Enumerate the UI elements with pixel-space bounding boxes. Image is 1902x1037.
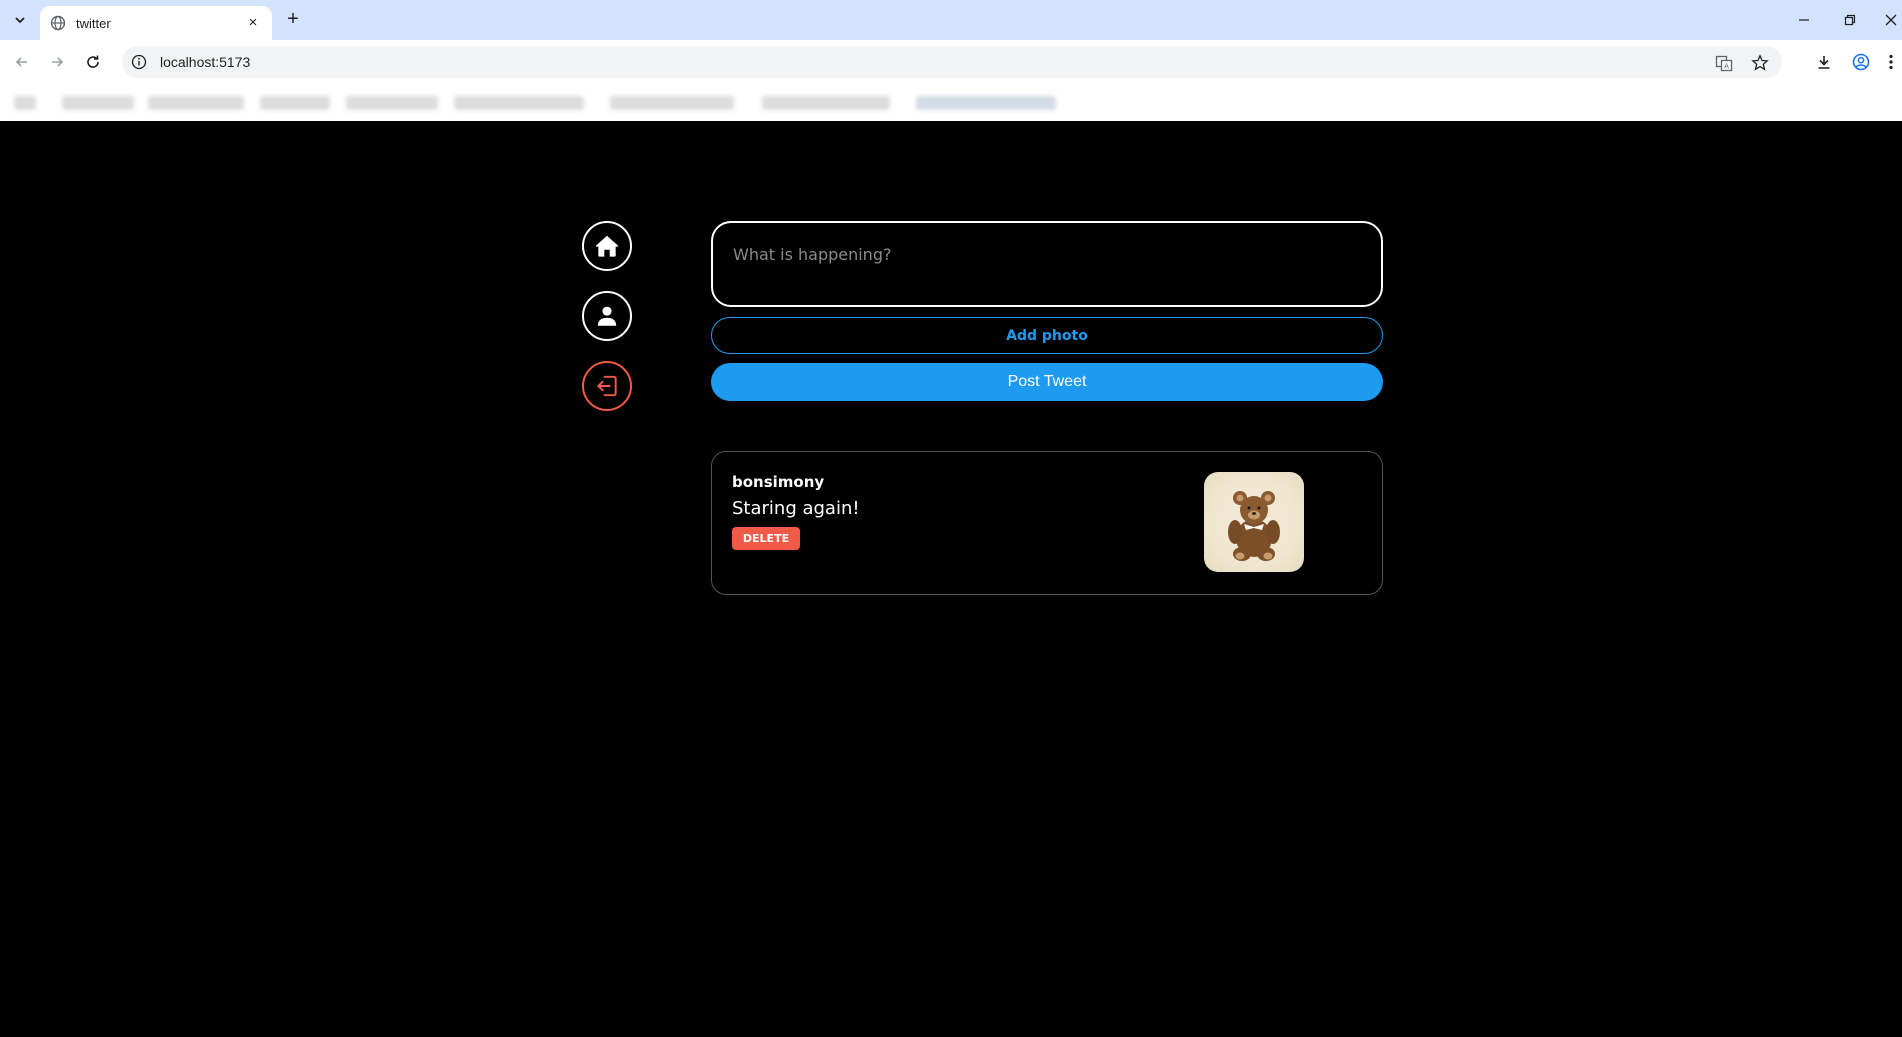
tweet-photo bbox=[1204, 472, 1304, 572]
bookmarks-bar bbox=[0, 84, 1902, 121]
globe-icon bbox=[50, 15, 66, 31]
menu-button[interactable] bbox=[1882, 50, 1900, 74]
tab-title: twitter bbox=[76, 15, 111, 31]
home-icon bbox=[595, 235, 619, 257]
tweet-text: Staring again! bbox=[732, 498, 860, 519]
post-tweet-button[interactable]: Post Tweet bbox=[711, 363, 1383, 401]
close-tab-icon[interactable]: × bbox=[244, 14, 262, 32]
browser-tab[interactable]: twitter × bbox=[40, 6, 272, 40]
svg-text:A: A bbox=[1724, 63, 1729, 71]
minimize-button[interactable] bbox=[1790, 8, 1818, 32]
close-window-button[interactable] bbox=[1880, 8, 1902, 32]
new-tab-button[interactable]: + bbox=[282, 9, 304, 31]
translate-icon[interactable]: A bbox=[1714, 53, 1734, 73]
logout-icon bbox=[597, 375, 617, 397]
delete-tweet-button[interactable]: DELETE bbox=[732, 527, 800, 550]
reload-button[interactable] bbox=[81, 50, 105, 74]
forward-button[interactable] bbox=[45, 50, 69, 74]
browser-toolbar: localhost:5173 A bbox=[0, 40, 1902, 84]
profile-button[interactable] bbox=[1849, 50, 1873, 74]
logout-nav-button[interactable] bbox=[582, 361, 632, 411]
bookmark-item[interactable] bbox=[454, 96, 584, 110]
bookmark-item[interactable] bbox=[260, 96, 330, 110]
arrow-left-icon bbox=[15, 57, 27, 67]
download-icon bbox=[1818, 56, 1830, 69]
bookmark-item[interactable] bbox=[762, 96, 890, 110]
kebab-menu-icon bbox=[1889, 54, 1893, 70]
browser-chrome: twitter × + localhost:5173 A bbox=[0, 0, 1902, 121]
profile-nav-button[interactable] bbox=[582, 291, 632, 341]
bookmark-item[interactable] bbox=[346, 96, 438, 110]
user-icon bbox=[597, 306, 617, 326]
restore-button[interactable] bbox=[1836, 8, 1864, 32]
chevron-down-icon bbox=[15, 17, 25, 24]
arrow-right-icon bbox=[52, 57, 64, 67]
tab-strip: twitter × + bbox=[0, 0, 1902, 40]
close-icon bbox=[1885, 14, 1897, 26]
tab-search-button[interactable] bbox=[8, 8, 32, 32]
minimize-icon bbox=[1799, 19, 1809, 21]
bookmark-item[interactable] bbox=[610, 96, 734, 110]
profile-icon bbox=[1852, 53, 1870, 71]
site-info-icon[interactable] bbox=[130, 53, 148, 71]
bookmark-item[interactable] bbox=[14, 96, 36, 110]
restore-icon bbox=[1844, 14, 1856, 26]
add-photo-button[interactable]: Add photo bbox=[711, 317, 1383, 354]
back-button[interactable] bbox=[10, 50, 34, 74]
bookmark-item[interactable] bbox=[148, 96, 244, 110]
star-icon[interactable] bbox=[1750, 53, 1770, 73]
reload-icon bbox=[87, 55, 99, 68]
tweet-username: bonsimony bbox=[732, 473, 825, 491]
tweet-card: bonsimony Staring again! DELETE bbox=[711, 451, 1383, 595]
downloads-button[interactable] bbox=[1812, 50, 1836, 74]
tweet-input[interactable] bbox=[711, 221, 1383, 307]
address-bar[interactable]: localhost:5173 A bbox=[122, 46, 1782, 78]
home-nav-button[interactable] bbox=[582, 221, 632, 271]
teddy-bear-image bbox=[1228, 491, 1280, 561]
bookmark-item[interactable] bbox=[62, 96, 134, 110]
url-text: localhost:5173 bbox=[160, 54, 251, 70]
bookmark-item[interactable] bbox=[916, 96, 1056, 110]
